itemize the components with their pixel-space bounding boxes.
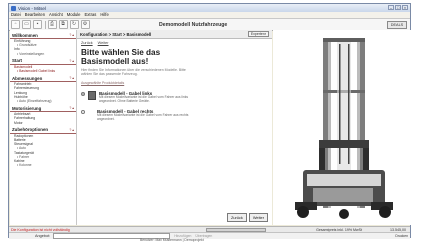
sidebar: Willkommen? ▴ Einführung • Grundsätze Info •… — [10, 30, 77, 225]
offer-bar: Angebot: Hinzufügen Übertragen Drucken — [9, 232, 410, 239]
title-bar: Vision - Mitsel – □ × — [9, 4, 410, 12]
breadcrumb-bar: Konfiguration > Start > Basismodell Expe… — [77, 30, 272, 39]
document-title: Demomodell Nutzfahrzeuge — [159, 21, 228, 28]
copy-icon[interactable]: ⧉ — [58, 20, 68, 29]
collapse-icon[interactable]: ? ▴ — [69, 59, 74, 63]
close-button[interactable]: × — [402, 5, 408, 10]
intro-text: Hier finden Sie Informationen über die v… — [81, 68, 186, 76]
open-icon[interactable]: ▭ — [22, 20, 31, 29]
main-panel: Konfiguration > Start > Basismodell Expe… — [77, 30, 272, 225]
sidebar-section-header[interactable]: Zubehöroptionen ? ▴ — [10, 127, 76, 134]
sidebar-item[interactable]: • Basismodell Gabel links — [10, 69, 76, 73]
radio-gabel-rechts[interactable] — [81, 109, 85, 114]
sidebar-section-label: Abmessungen — [12, 75, 43, 81]
app-icon — [11, 5, 16, 11]
collapse-icon[interactable]: ? ▴ — [69, 76, 74, 80]
sidebar-item[interactable]: • Kolonne — [10, 163, 76, 167]
sidebar-section-label: Start — [12, 58, 23, 64]
back-link[interactable]: Zurück — [81, 41, 93, 45]
expert-button[interactable]: Expertenr — [247, 31, 269, 37]
settings-icon[interactable]: ⚙ — [80, 20, 90, 29]
sidebar-item[interactable]: • Auto (Einzelfahrzeug) — [10, 99, 76, 103]
collapse-icon[interactable]: ? ▴ — [69, 128, 74, 132]
product-image-pane — [273, 30, 411, 225]
collapse-icon[interactable]: ? ▴ — [69, 33, 74, 37]
application-window: Vision - Mitsel – □ × Datei Bearbeiten A… — [8, 3, 411, 239]
sidebar-section-header[interactable]: Motorisierung ? ▴ — [10, 105, 76, 113]
radio-gabel-links[interactable] — [81, 92, 85, 96]
collapse-icon[interactable]: ? ▴ — [69, 106, 74, 110]
sidebar-section-label: Motorisierung — [12, 105, 42, 111]
option-gabel-rechts[interactable]: Basismodell - Gabel rechts Mit diesem Mo… — [77, 106, 272, 124]
sidebar-section-label: Zubehöroptionen — [12, 127, 49, 133]
maximize-button[interactable]: □ — [395, 5, 401, 10]
deals-button[interactable]: DEALS — [387, 21, 407, 29]
minimize-button[interactable]: – — [388, 5, 394, 10]
sidebar-section-header[interactable]: Abmessungen ? ▴ — [10, 75, 76, 83]
page-heading: Bitte wählen Sie das Basismodell aus! — [81, 48, 161, 66]
print-button[interactable]: Drucken — [395, 234, 408, 238]
sidebar-section-label: Willkommen — [12, 32, 38, 38]
option-gabel-links[interactable]: Basismodell - Gabel links Mit diesem Mod… — [77, 88, 272, 106]
option-description: Mit diesem Modellvariante ist die Gabel … — [99, 95, 189, 103]
footer-text: Benutzer: Max Mustermann | Demoprojekt — [140, 238, 204, 242]
new-icon[interactable]: ▫ — [11, 20, 20, 29]
sidebar-item[interactable]: Motor — [10, 121, 76, 125]
option-description: Mit diesem Modellvariante ist die Gabel … — [97, 112, 189, 121]
forward-link[interactable]: Weiter — [98, 41, 109, 45]
toolbar-divider — [45, 20, 46, 29]
forklift-thumbnail — [88, 91, 96, 100]
print-icon[interactable]: ⎙ — [47, 20, 57, 29]
sidebar-section-header[interactable]: Start ? ▴ — [10, 58, 76, 65]
window-title: Vision - Mitsel — [18, 5, 46, 11]
next-button[interactable]: Weiter — [248, 213, 268, 222]
offer-label: Angebot: — [35, 234, 51, 238]
save-icon[interactable]: ▪ — [33, 20, 42, 29]
back-button[interactable]: Zurück — [226, 213, 247, 222]
breadcrumb: Konfiguration > Start > Basismodell — [80, 31, 152, 37]
sidebar-section-header[interactable]: Willkommen ? ▴ — [10, 32, 76, 39]
sidebar-item[interactable]: • Voreinstellungen — [10, 52, 76, 56]
forklift-image — [295, 38, 393, 219]
details-link[interactable]: Ausgewählte Produktdetails — [77, 78, 272, 88]
refresh-icon[interactable]: ↻ — [69, 20, 79, 29]
